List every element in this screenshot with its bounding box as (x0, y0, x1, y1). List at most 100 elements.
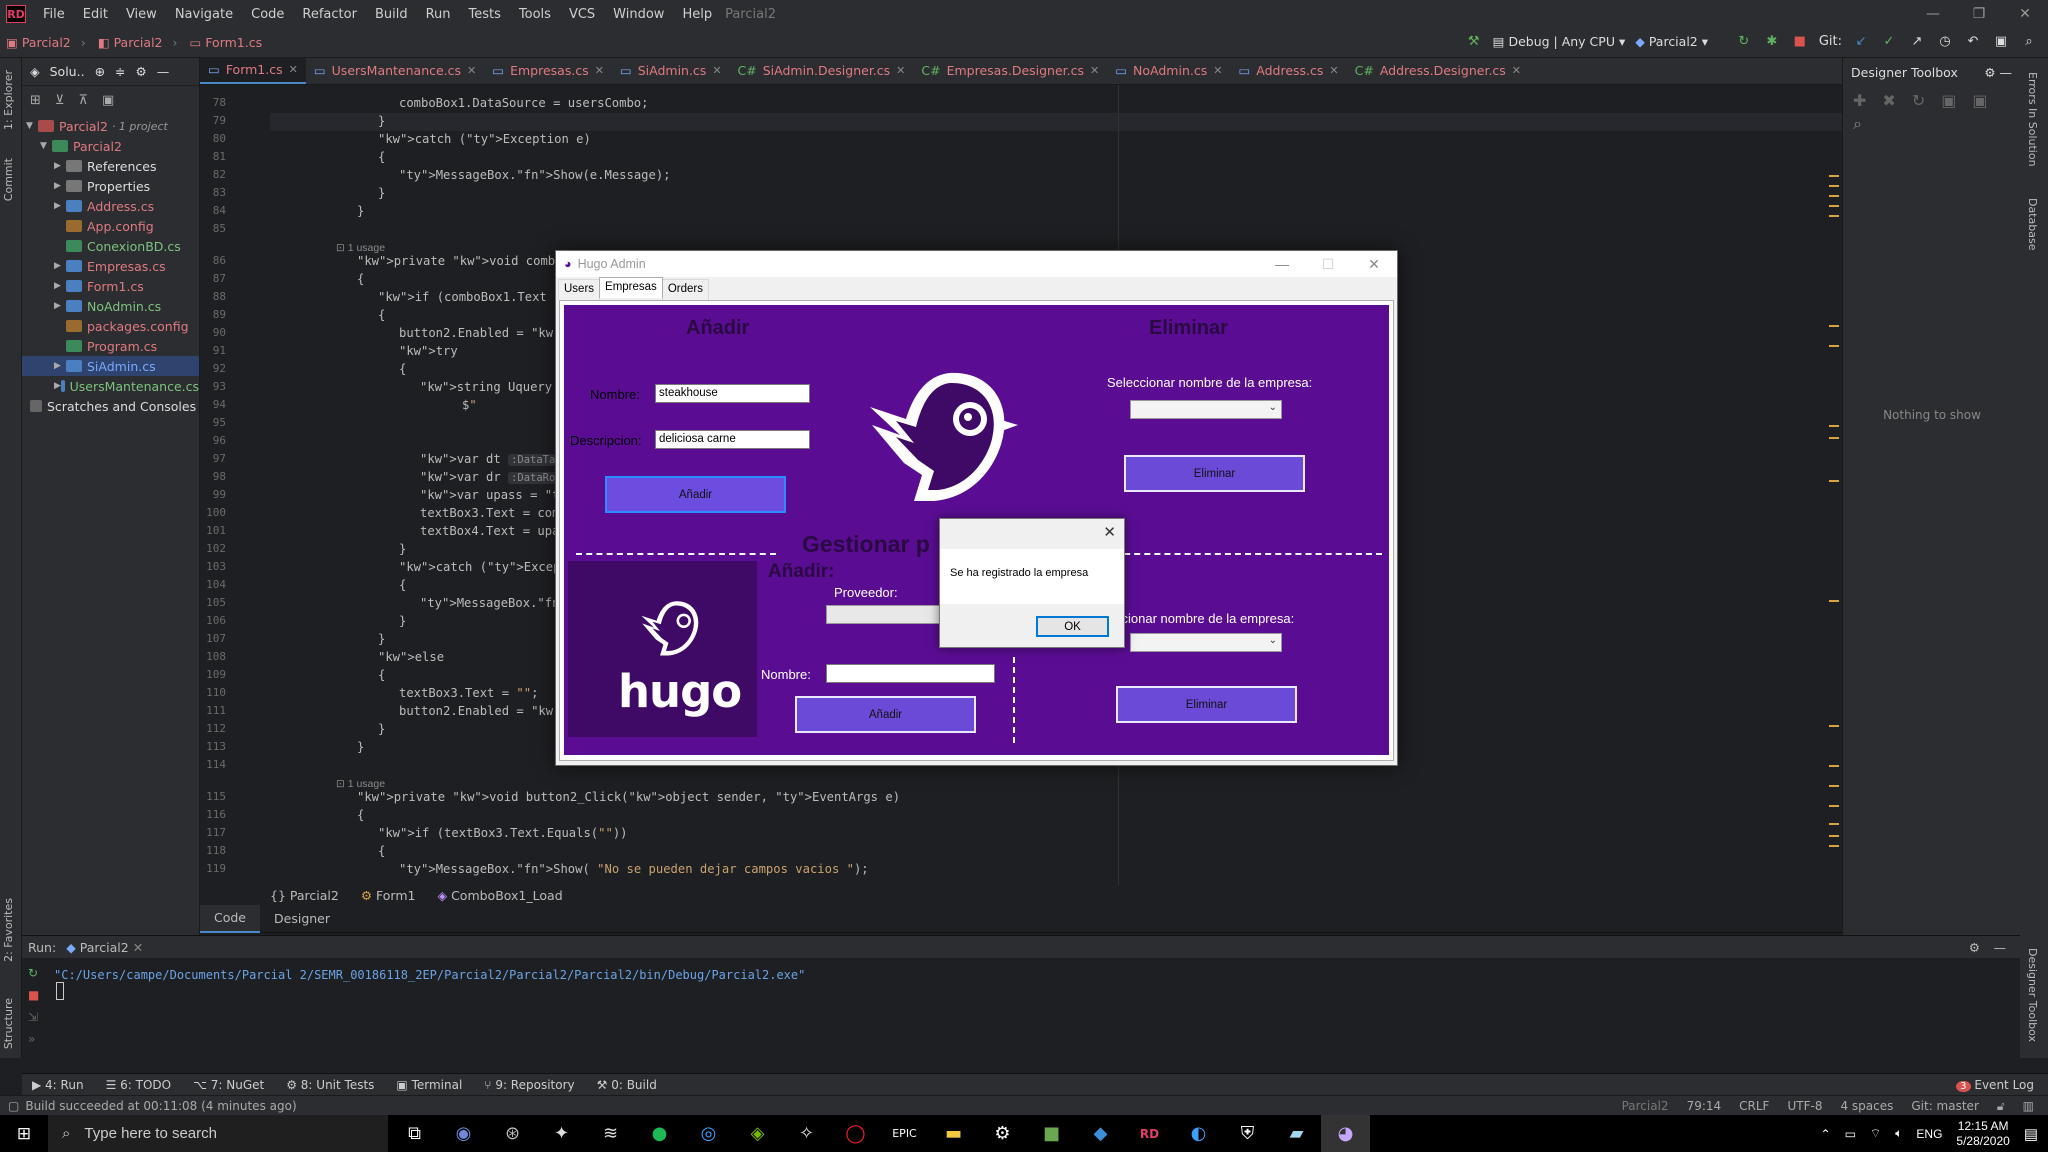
toolwin-run[interactable]: ▶ 4: Run (32, 1078, 84, 1092)
add2-button[interactable]: Añadir (795, 696, 976, 733)
memory-icon[interactable]: ▥ (2023, 1099, 2034, 1113)
close-tab-icon[interactable]: ✕ (467, 64, 476, 77)
build-status-text[interactable]: Build succeeded at 00:11:08 (4 minutes a… (25, 1099, 296, 1113)
name-input[interactable]: steakhouse (655, 384, 810, 403)
run-target-dropdown[interactable]: ◆ Parcial2 ▾ (1635, 34, 1708, 49)
tab-empresas[interactable]: Empresas (599, 277, 663, 298)
add-icon[interactable]: ⊞ (30, 93, 41, 108)
menu-view[interactable]: View (117, 7, 166, 22)
tree-item-packages[interactable]: packages.config (22, 316, 199, 336)
menu-navigate[interactable]: Navigate (166, 7, 242, 22)
menu-refactor[interactable]: Refactor (293, 7, 366, 22)
build-hammer-icon[interactable]: ⚒ (1465, 32, 1483, 50)
warning-mark[interactable] (1829, 765, 1839, 767)
hide-icon[interactable]: — (157, 64, 170, 79)
opera-icon[interactable]: ◯ (831, 1115, 880, 1152)
stop-icon[interactable]: ■ (28, 988, 39, 1002)
menu-window[interactable]: Window (604, 7, 673, 22)
delete2-button[interactable]: Eliminar (1116, 686, 1297, 723)
add-icon[interactable]: ✚ (1853, 91, 1866, 110)
history-icon[interactable]: ◷ (1936, 32, 1954, 50)
status-indent[interactable]: 4 spaces (1840, 1099, 1893, 1113)
clock[interactable]: 12:15 AM 5/28/2020 (1956, 1119, 2009, 1149)
minecraft-icon[interactable]: ■ (1027, 1115, 1076, 1152)
warning-mark[interactable] (1829, 725, 1839, 727)
tree-item-noadmin[interactable]: ▶ NoAdmin.cs (22, 296, 199, 316)
debug-bug-icon[interactable]: ✱ (1763, 32, 1781, 50)
select-company-dropdown[interactable]: ⌄ (1130, 400, 1282, 419)
rerun-icon[interactable]: ↻ (1735, 32, 1753, 50)
tree-item-solution[interactable]: ▼ Parcial2 · 1 project (22, 116, 199, 136)
warning-mark[interactable] (1829, 823, 1839, 825)
task-view-icon[interactable]: ⧉ (390, 1115, 439, 1152)
designer-toolbox-tab[interactable]: Designer Toolbox (2026, 948, 2039, 1042)
minimize-icon[interactable]: — (1259, 251, 1305, 277)
tree-item-address[interactable]: ▶ Address.cs (22, 196, 199, 216)
language-indicator[interactable]: ENG (1916, 1127, 1942, 1141)
notification-icon[interactable]: ▤ (2024, 1125, 2038, 1143)
collapse-arrow-icon[interactable]: ▶ (54, 301, 66, 311)
app-icon[interactable]: ▰ (1272, 1115, 1321, 1152)
menu-build[interactable]: Build (366, 7, 417, 22)
name2-input[interactable] (826, 664, 995, 683)
warning-mark[interactable] (1829, 437, 1839, 439)
tab-siadmin-designer[interactable]: C# SiAdmin.Designer.cs ✕ (730, 57, 914, 84)
collapse-arrow-icon[interactable]: ▶ (54, 181, 66, 191)
menu-run[interactable]: Run (417, 7, 460, 22)
target-icon[interactable]: ⊕ (95, 64, 105, 79)
app-icon[interactable]: ◎ (684, 1115, 733, 1152)
tab-designer[interactable]: Designer (260, 905, 344, 933)
toolwin-todo[interactable]: ☰ 6: TODO (106, 1078, 172, 1092)
warning-mark[interactable] (1829, 845, 1839, 847)
visual-studio-icon[interactable]: ◆ (1076, 1115, 1125, 1152)
close-tab-icon[interactable]: ✕ (1090, 64, 1099, 77)
app-icon[interactable]: ◐ (1174, 1115, 1223, 1152)
hide-icon[interactable]: — (2000, 65, 2013, 80)
maximize-icon[interactable]: ❐ (1956, 0, 2002, 28)
close-tab-icon[interactable]: ✕ (712, 64, 721, 77)
warning-mark[interactable] (1829, 835, 1839, 837)
toolwin-terminal[interactable]: ▣ Terminal (396, 1078, 462, 1092)
git-push-icon[interactable]: ↗ (1908, 32, 1926, 50)
menu-edit[interactable]: Edit (74, 7, 117, 22)
tree-item-form1[interactable]: ▶ Form1.cs (22, 276, 199, 296)
usage-hint[interactable]: ⊡ 1 usage (336, 778, 385, 790)
status-line-ending[interactable]: CRLF (1739, 1099, 1769, 1113)
commit-tab[interactable]: Commit (2, 158, 15, 201)
taskbar-search[interactable]: ⌕ Type here to search (48, 1115, 388, 1152)
warning-mark[interactable] (1829, 325, 1839, 327)
toolwin-repository[interactable]: ⑂ 9: Repository (484, 1078, 574, 1092)
warning-mark[interactable] (1829, 480, 1839, 482)
add-button[interactable]: Añadir (605, 476, 786, 513)
menu-file[interactable]: File (34, 7, 74, 22)
favorites-tab[interactable]: 2: Favorites (2, 898, 15, 962)
toolbox-search[interactable]: ⌕ (1843, 114, 2020, 138)
tree-item-siadmin[interactable]: ▶ SiAdmin.cs (22, 356, 199, 376)
epic-games-icon[interactable]: EPIC (880, 1115, 929, 1152)
collapse-arrow-icon[interactable]: ▶ (54, 281, 66, 291)
box2-icon[interactable]: ▣ (1972, 91, 1987, 110)
app-icon[interactable]: ✧ (782, 1115, 831, 1152)
usage-hint[interactable]: ⊡ 1 usage (336, 242, 385, 254)
breadcrumb-project[interactable]: ◧ Parcial2 › (92, 35, 184, 50)
solution-title[interactable]: Solu.. (50, 64, 85, 79)
tab-form1[interactable]: ▭ Form1.cs ✕ (200, 57, 306, 84)
menu-help[interactable]: Help (673, 7, 721, 22)
collapse-arrow-icon[interactable]: ▶ (54, 161, 66, 171)
shield-icon[interactable]: ⛨ (1223, 1115, 1272, 1152)
volume-icon[interactable]: 🔈︎ (1895, 1126, 1902, 1141)
tree-item-scratches[interactable]: Scratches and Consoles (22, 396, 199, 416)
close-tab-icon[interactable]: ✕ (129, 940, 143, 955)
close-icon[interactable]: ✕ (2002, 0, 2048, 28)
status-position[interactable]: 79:14 (1687, 1099, 1722, 1113)
tab-address-designer[interactable]: C# Address.Designer.cs ✕ (1347, 57, 1529, 84)
crumb-method[interactable]: ◈ ComboBox1_Load (437, 888, 562, 903)
delete-icon[interactable]: ✖ (1882, 91, 1895, 110)
box-icon[interactable]: ▣ (1941, 91, 1956, 110)
toolwin-build[interactable]: ⚒ 0: Build (597, 1078, 657, 1092)
more-icon[interactable]: » (28, 1032, 39, 1046)
warning-mark[interactable] (1829, 600, 1839, 602)
settings-gear-icon[interactable]: ⚙ (1969, 940, 1980, 955)
close-tab-icon[interactable]: ✕ (289, 63, 298, 76)
expand-arrow-icon[interactable]: ▼ (40, 141, 52, 151)
